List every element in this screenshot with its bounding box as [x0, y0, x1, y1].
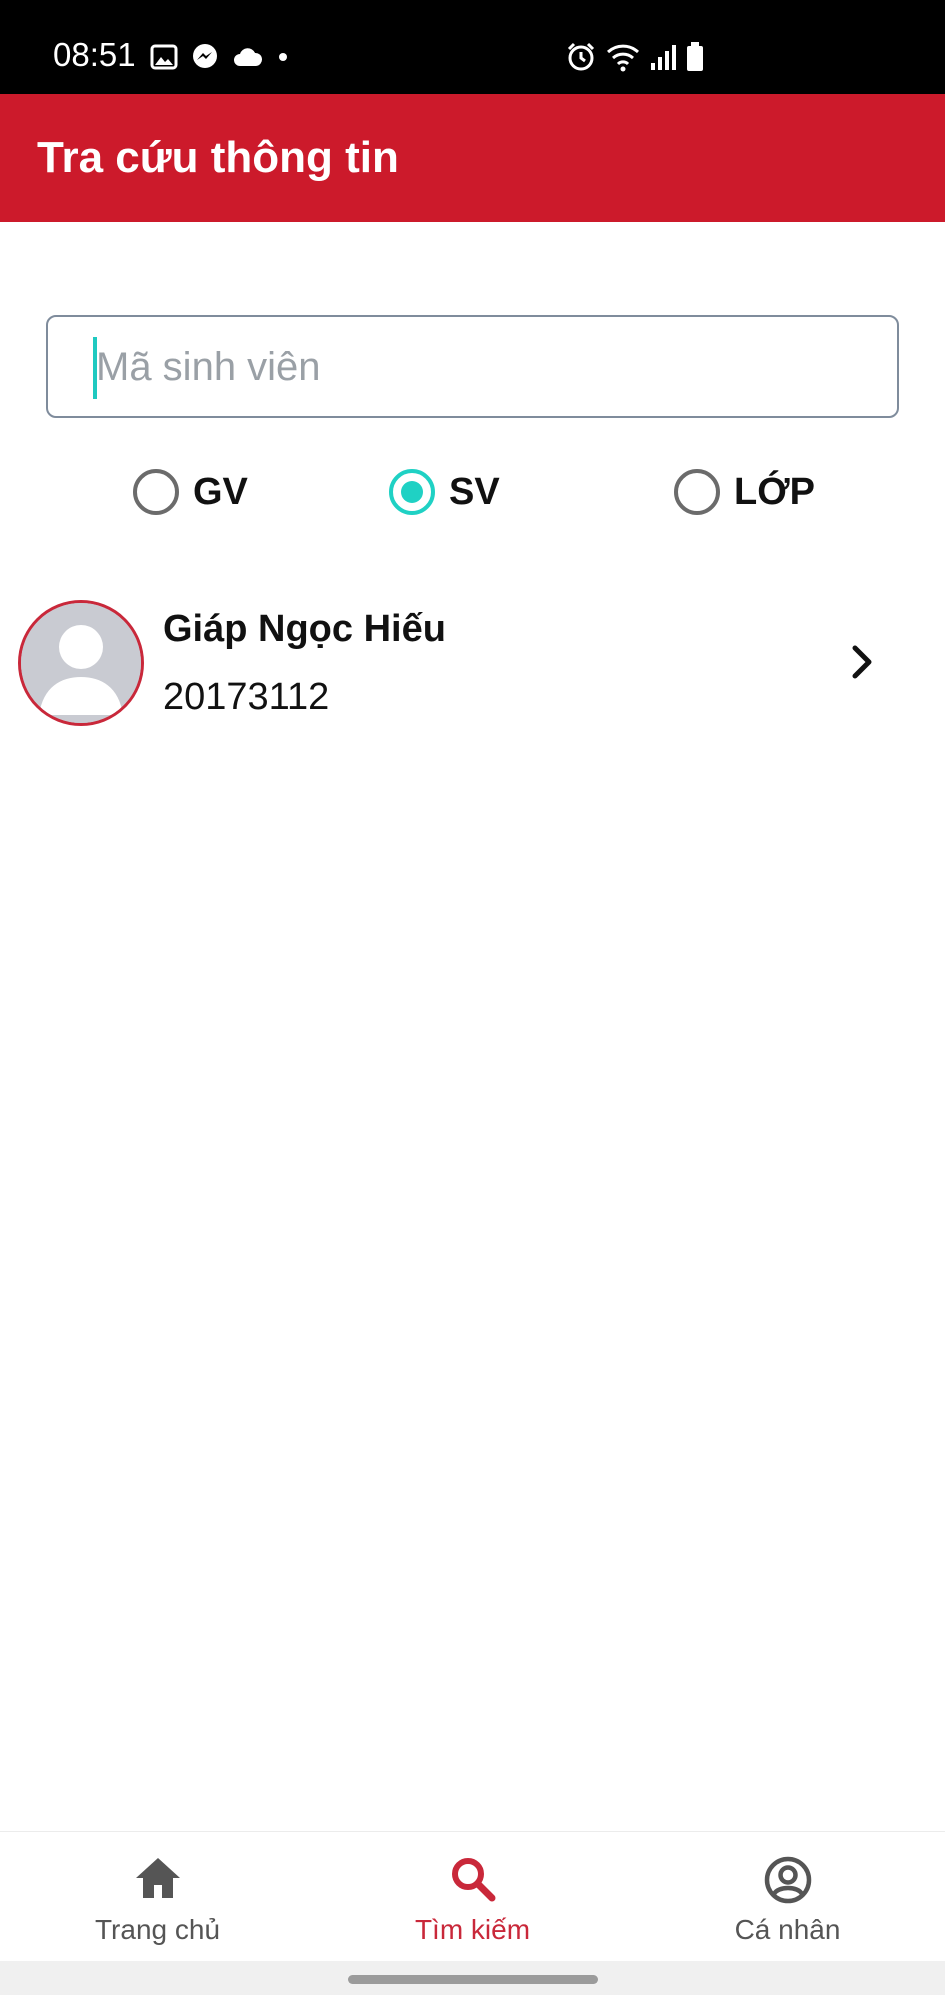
chevron-right-icon[interactable]: [846, 642, 880, 687]
signal-icon: [649, 43, 677, 76]
search-icon: [451, 1858, 495, 1902]
battery-icon: [685, 42, 705, 77]
search-box[interactable]: [46, 315, 899, 418]
wifi-icon: [605, 42, 641, 77]
alarm-icon: [565, 41, 597, 78]
nav-item-profile[interactable]: Cá nhân: [630, 1832, 945, 1962]
radio-option-sv[interactable]: SV: [389, 468, 500, 516]
cloud-icon: [232, 46, 264, 73]
result-list-item[interactable]: Giáp Ngọc Hiếu 20173112: [0, 590, 945, 735]
student-id-input[interactable]: [96, 317, 886, 417]
nav-label-profile: Cá nhân: [734, 1914, 841, 1945]
radio-lop-label: LỚP: [734, 470, 815, 513]
messenger-icon: [190, 42, 220, 77]
page-title: Tra cứu thông tin: [37, 133, 399, 182]
avatar-placeholder-icon: [21, 603, 141, 723]
status-right-icons: [565, 41, 713, 78]
radio-sv-circle[interactable]: [389, 469, 435, 515]
app-bar: Tra cứu thông tin: [0, 94, 945, 222]
radio-gv-label: GV: [193, 470, 248, 513]
status-bar: 08:51: [0, 0, 945, 94]
radio-option-lop[interactable]: LỚP: [674, 468, 815, 516]
nav-item-home[interactable]: Trang chủ: [0, 1832, 315, 1962]
bottom-nav: Trang chủ Tìm kiếm Cá nhân: [0, 1831, 945, 1961]
screen: 08:51 Tra cứu thông tin Mã sinh viên GV …: [0, 0, 945, 1995]
status-time: 08:51: [53, 36, 136, 73]
gesture-handle[interactable]: [348, 1975, 598, 1984]
result-name: Giáp Ngọc Hiếu: [163, 608, 446, 650]
image-icon: [150, 44, 178, 75]
nav-label-home: Trang chủ: [94, 1914, 221, 1945]
dot-icon: [276, 50, 290, 69]
radio-sv-label: SV: [449, 470, 500, 513]
radio-option-gv[interactable]: GV: [133, 468, 248, 516]
radio-gv-circle[interactable]: [133, 469, 179, 515]
avatar: [18, 600, 144, 726]
account-circle-icon: [764, 1856, 811, 1904]
home-icon: [135, 1858, 180, 1898]
status-left-icons: [150, 42, 302, 77]
nav-item-search[interactable]: Tìm kiếm: [315, 1832, 630, 1962]
radio-lop-circle[interactable]: [674, 469, 720, 515]
gesture-area: [0, 1961, 945, 1995]
nav-label-search: Tìm kiếm: [414, 1914, 531, 1945]
result-student-id: 20173112: [163, 676, 330, 718]
